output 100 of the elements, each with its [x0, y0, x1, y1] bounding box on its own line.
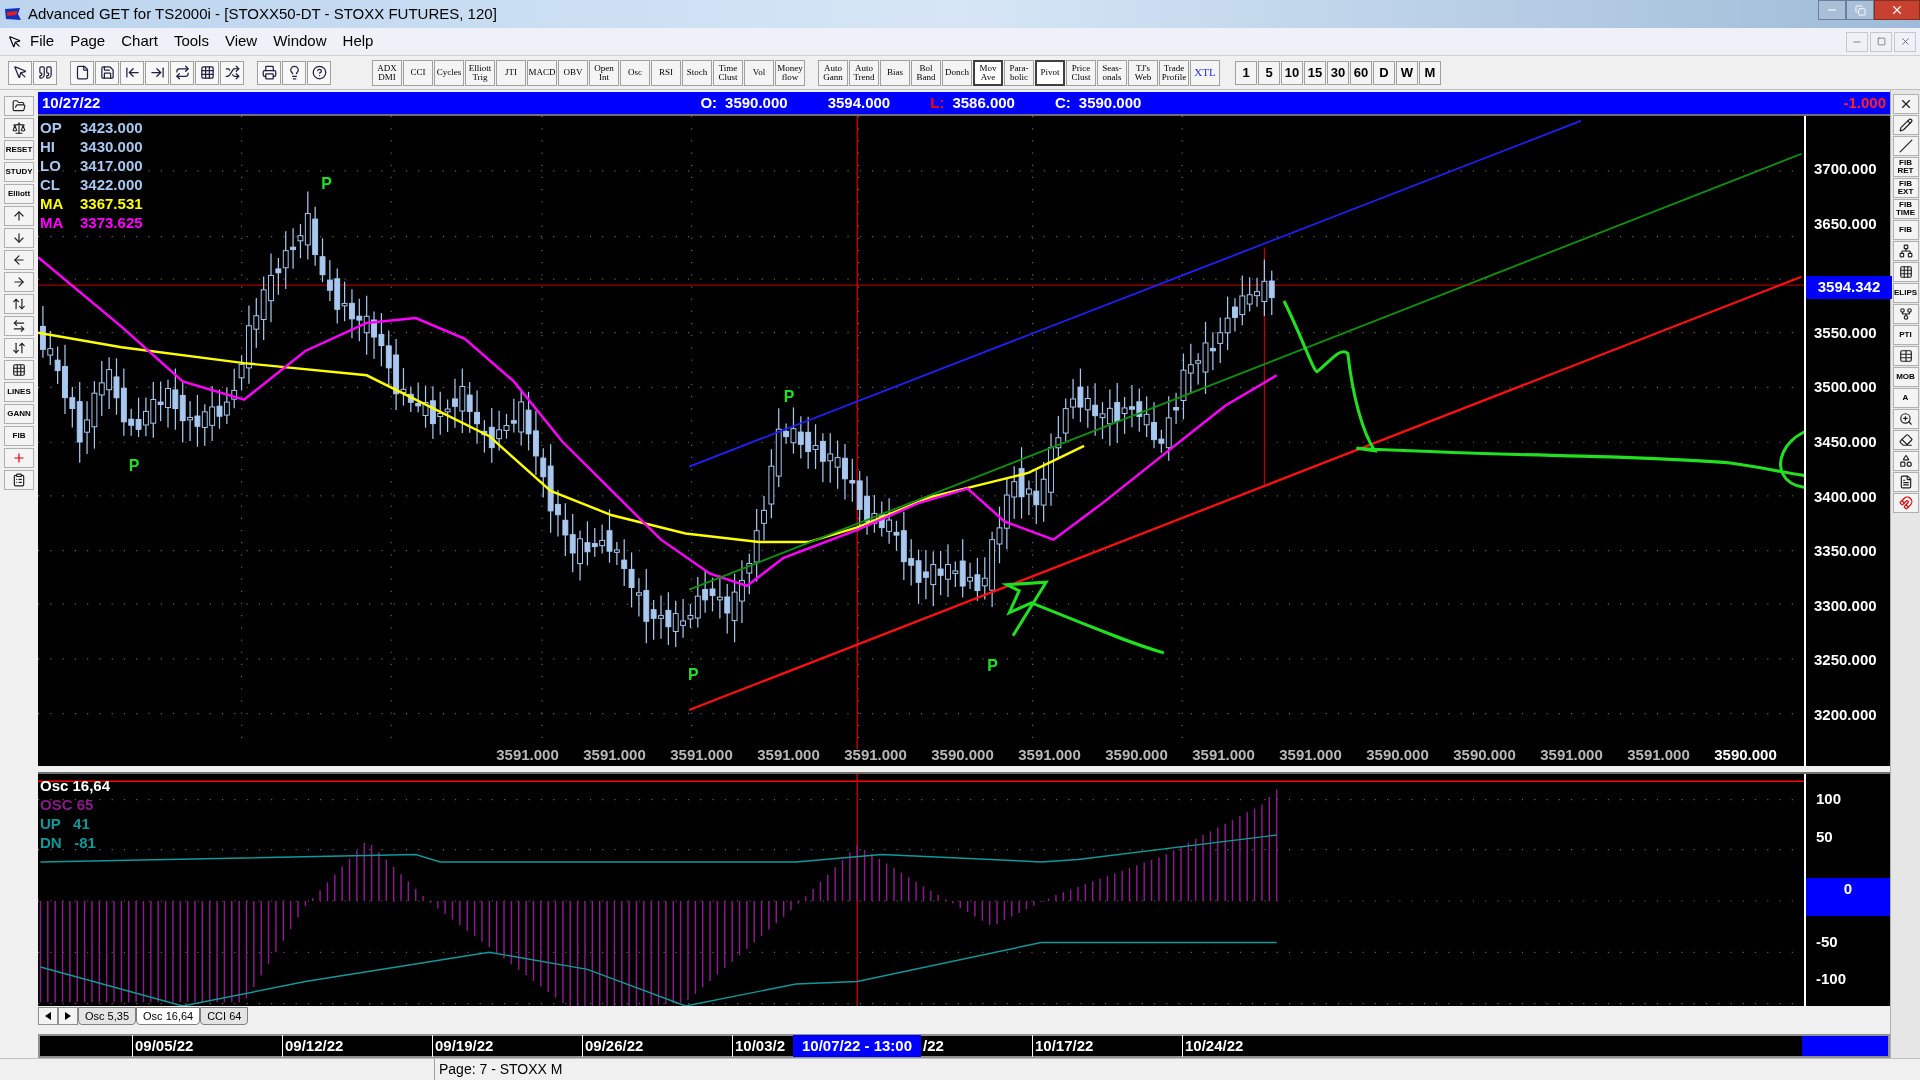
tool-button[interactable]: [1892, 430, 1919, 450]
tool-button[interactable]: RESET: [4, 140, 34, 160]
interval-button[interactable]: 30: [1327, 60, 1349, 85]
overlay-button[interactable]: Para- bolic: [1004, 59, 1034, 86]
overlay-button[interactable]: Pivot: [1035, 59, 1065, 86]
interval-button[interactable]: 10: [1281, 60, 1303, 85]
menu-item[interactable]: Page: [62, 30, 114, 53]
date-label: /22: [922, 1035, 945, 1056]
tool-button[interactable]: STUDY: [4, 162, 34, 182]
tool-button[interactable]: [1892, 304, 1919, 324]
tool-button[interactable]: [4, 294, 34, 314]
interval-button[interactable]: 5: [1258, 60, 1280, 85]
minimize-button[interactable]: [1818, 0, 1846, 20]
menu-item[interactable]: View: [216, 30, 266, 53]
overlay-button[interactable]: TJ's Web: [1128, 59, 1158, 86]
indicator-button[interactable]: Elliott Trig: [465, 59, 495, 86]
interval-button[interactable]: W: [1396, 60, 1418, 85]
maximize-button[interactable]: [1846, 0, 1874, 20]
overlay-button[interactable]: Mov Ave: [973, 59, 1003, 86]
tool-button[interactable]: [1892, 241, 1919, 261]
interval-button[interactable]: 15: [1304, 60, 1326, 85]
tool-button[interactable]: ELIPS: [1892, 283, 1919, 303]
tool-button[interactable]: [4, 360, 34, 380]
toolbar-button[interactable]: [8, 60, 32, 85]
tool-button[interactable]: GANN: [4, 404, 34, 424]
tool-button[interactable]: [1892, 472, 1919, 492]
indicator-button[interactable]: Time Clust: [713, 59, 743, 86]
tool-button[interactable]: FIB RET: [1892, 157, 1919, 177]
interval-button[interactable]: 1: [1235, 60, 1257, 85]
overlay-button[interactable]: Bias: [880, 59, 910, 86]
oscillator-tab[interactable]: CCI 64: [200, 1007, 249, 1026]
tool-button[interactable]: [1892, 346, 1919, 366]
close-button[interactable]: [1874, 0, 1920, 20]
interval-button[interactable]: D: [1373, 60, 1395, 85]
tool-button[interactable]: [4, 338, 34, 358]
toolbar-button[interactable]: [195, 60, 219, 85]
overlay-button[interactable]: Bol Band: [911, 59, 941, 86]
tool-button[interactable]: [4, 96, 34, 116]
indicator-button[interactable]: OBV: [558, 59, 588, 86]
tool-button[interactable]: FIB: [4, 426, 34, 446]
indicator-button[interactable]: Cycles: [434, 59, 464, 86]
tool-button[interactable]: FIB TIME: [1892, 199, 1919, 219]
interval-button[interactable]: M: [1419, 60, 1441, 85]
tool-button[interactable]: [1892, 262, 1919, 282]
menu-item[interactable]: File: [22, 30, 63, 53]
overlay-button[interactable]: XTL: [1190, 59, 1220, 86]
indicator-button[interactable]: RSI: [651, 59, 681, 86]
toolbar-button[interactable]: [95, 60, 119, 85]
scroll-right-button[interactable]: [58, 1007, 78, 1026]
tool-button[interactable]: [4, 118, 34, 138]
indicator-button[interactable]: Open Int: [589, 59, 619, 86]
oscillator-tab[interactable]: Osc 16,64: [136, 1007, 201, 1026]
toolbar-button[interactable]: [220, 60, 244, 85]
overlay-button[interactable]: Price Clust: [1066, 59, 1096, 86]
indicator-button[interactable]: CCI: [403, 59, 433, 86]
toolbar-button[interactable]: [70, 60, 94, 85]
indicator-button[interactable]: Stoch: [682, 59, 712, 86]
arrow-left-icon: [124, 65, 140, 80]
pointer-icon: [12, 65, 28, 80]
toolbar-button[interactable]: [257, 60, 281, 85]
menu-item[interactable]: Chart: [113, 30, 166, 53]
tool-button[interactable]: [1892, 409, 1919, 429]
toolbar-button[interactable]: [307, 60, 331, 85]
scroll-left-button[interactable]: [38, 1007, 58, 1026]
toolbar-button[interactable]: [170, 60, 194, 85]
value-label: 3591.000: [495, 744, 560, 765]
menu-item[interactable]: Help: [334, 30, 382, 53]
indicator-button[interactable]: Money flow: [775, 59, 805, 86]
toolbar-button[interactable]: [33, 60, 57, 85]
toolbar-button[interactable]: [145, 60, 169, 85]
tool-button[interactable]: FIB: [1892, 220, 1919, 240]
tool-button[interactable]: [1892, 136, 1919, 156]
tool-button[interactable]: [4, 316, 34, 336]
magnet-icon: [1898, 496, 1913, 510]
indicator-button[interactable]: Vol: [744, 59, 774, 86]
indicator-button[interactable]: MACD: [527, 59, 557, 86]
menu-item[interactable]: Window: [265, 30, 335, 53]
tool-button[interactable]: [1892, 451, 1919, 471]
indicator-button[interactable]: ADX DMI: [372, 59, 402, 86]
indicator-button[interactable]: Osc: [620, 59, 650, 86]
tool-button[interactable]: [4, 470, 34, 490]
overlay-button[interactable]: Donch: [942, 59, 972, 86]
overlay-button[interactable]: Auto Gann: [818, 59, 848, 86]
indicator-button[interactable]: JTI: [496, 59, 526, 86]
toolbar-button[interactable]: [120, 60, 144, 85]
tool-button[interactable]: LINES: [4, 382, 34, 402]
overlay-button[interactable]: Auto Trend: [849, 59, 879, 86]
tool-button[interactable]: FIB EXT: [1892, 178, 1919, 198]
tool-button[interactable]: MOB: [1892, 367, 1919, 387]
tool-button[interactable]: [1892, 94, 1919, 114]
interval-button[interactable]: 60: [1350, 60, 1372, 85]
oscillator-tab[interactable]: Osc 5,35: [78, 1007, 137, 1026]
tool-button[interactable]: A: [1892, 388, 1919, 408]
toolbar-button[interactable]: [282, 60, 306, 85]
overlay-button[interactable]: Seas- onals: [1097, 59, 1127, 86]
tool-button[interactable]: Elliott: [4, 184, 34, 204]
overlay-button[interactable]: Trade Profile: [1159, 59, 1189, 86]
tool-button[interactable]: [1892, 115, 1919, 135]
menu-item[interactable]: Tools: [165, 30, 217, 53]
tool-button[interactable]: PTI: [1892, 325, 1919, 345]
